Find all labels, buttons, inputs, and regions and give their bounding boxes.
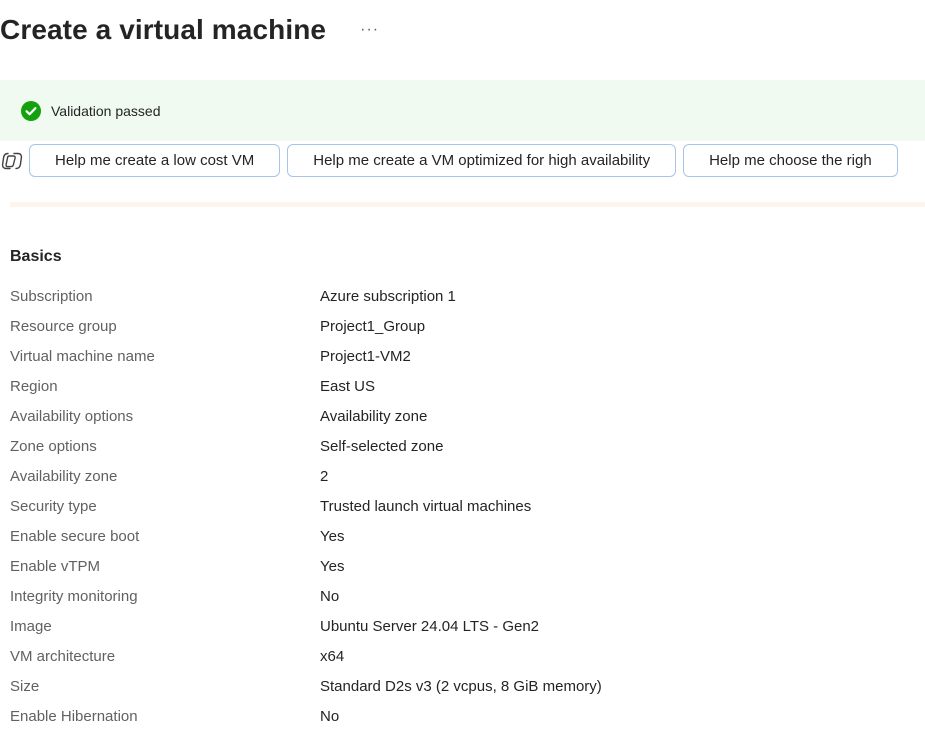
summary-row-availability-zone: Availability zone 2 (10, 461, 925, 491)
validation-banner: Validation passed (0, 80, 925, 141)
summary-row-zone-options: Zone options Self-selected zone (10, 431, 925, 461)
summary-row-resource-group: Resource group Project1_Group (10, 311, 925, 341)
row-value: Trusted launch virtual machines (320, 497, 532, 515)
row-value: No (320, 587, 340, 605)
row-value: East US (320, 377, 376, 395)
row-label: Enable Hibernation (10, 707, 138, 725)
row-label: Subscription (10, 287, 93, 305)
page: Create a virtual machine ··· Validation … (0, 0, 925, 741)
row-label: Security type (10, 497, 97, 515)
summary-row-vm-name: Virtual machine name Project1-VM2 (10, 341, 925, 371)
row-value: x64 (320, 647, 345, 665)
row-value: Ubuntu Server 24.04 LTS - Gen2 (320, 617, 540, 635)
summary-row-vtpm: Enable vTPM Yes (10, 551, 925, 581)
more-options-button[interactable]: ··· (356, 19, 383, 41)
row-label: Enable secure boot (10, 527, 140, 545)
row-label: VM architecture (10, 647, 116, 665)
suggestion-choose-right-button[interactable]: Help me choose the righ (683, 144, 898, 177)
summary-row-subscription: Subscription Azure subscription 1 (10, 281, 925, 311)
row-value: Azure subscription 1 (320, 287, 456, 305)
row-value: Standard D2s v3 (2 vcpus, 8 GiB memory) (320, 677, 602, 695)
suggestion-low-cost-vm-button[interactable]: Help me create a low cost VM (29, 144, 281, 177)
page-title: Create a virtual machine (0, 14, 327, 45)
summary-row-size: Size Standard D2s v3 (2 vcpus, 8 GiB mem… (10, 671, 925, 701)
title-row: Create a virtual machine ··· (0, 8, 383, 52)
summary-row-security-type: Security type Trusted launch virtual mac… (10, 491, 925, 521)
copilot-icon (1, 152, 23, 169)
row-value: Project1-VM2 (320, 347, 411, 365)
section-divider (10, 202, 925, 207)
row-label: Availability options (10, 407, 134, 425)
row-label: Availability zone (10, 467, 118, 485)
row-label: Zone options (10, 437, 97, 455)
row-label: Resource group (10, 317, 117, 335)
row-value: No (320, 707, 340, 725)
basics-section-heading: Basics (10, 248, 62, 265)
validation-status-text: Validation passed (51, 102, 161, 119)
row-value: Yes (320, 557, 345, 575)
summary-row-image: Image Ubuntu Server 24.04 LTS - Gen2 (10, 611, 925, 641)
row-label: Size (10, 677, 40, 695)
copilot-suggestions: Help me create a low cost VM Help me cre… (0, 143, 925, 178)
summary-row-region: Region East US (10, 371, 925, 401)
summary-row-hibernation: Enable Hibernation No (10, 701, 925, 731)
row-value: Self-selected zone (320, 437, 444, 455)
summary-row-integrity-monitoring: Integrity monitoring No (10, 581, 925, 611)
suggestion-high-availability-vm-button[interactable]: Help me create a VM optimized for high a… (287, 144, 677, 177)
summary-row-vm-architecture: VM architecture x64 (10, 641, 925, 671)
row-value: Availability zone (320, 407, 428, 425)
row-label: Image (10, 617, 52, 635)
summary-row-secure-boot: Enable secure boot Yes (10, 521, 925, 551)
row-value: 2 (320, 467, 329, 485)
row-label: Virtual machine name (10, 347, 155, 365)
row-label: Integrity monitoring (10, 587, 138, 605)
row-value: Project1_Group (320, 317, 426, 335)
row-label: Enable vTPM (10, 557, 101, 575)
check-circle-icon (21, 100, 41, 121)
row-value: Yes (320, 527, 345, 545)
row-label: Region (10, 377, 58, 395)
basics-summary-list: Subscription Azure subscription 1 Resour… (10, 281, 925, 731)
summary-row-availability-options: Availability options Availability zone (10, 401, 925, 431)
